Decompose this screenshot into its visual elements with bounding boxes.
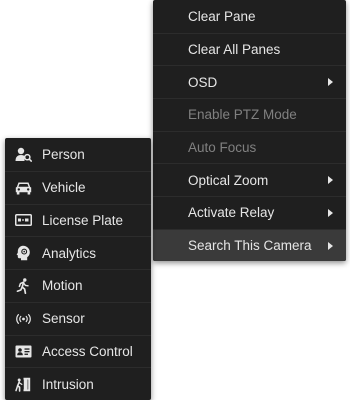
submenu-item-label: Intrusion: [42, 376, 94, 392]
submenu-item-label: Sensor: [42, 311, 85, 327]
submenu-arrow-icon: [328, 241, 333, 250]
submenu-item-label: Analytics: [42, 245, 97, 261]
menu-item-optical-zoom[interactable]: Optical Zoom: [153, 163, 346, 196]
submenu-item-analytics[interactable]: Analytics: [5, 236, 151, 269]
submenu-item-intrusion[interactable]: Intrusion: [5, 367, 151, 400]
submenu-item-license-plate[interactable]: License Plate: [5, 203, 151, 237]
menu-item-enable-ptz-mode: Enable PTZ Mode: [153, 98, 346, 131]
submenu-arrow-icon: [328, 208, 333, 217]
submenu-item-person[interactable]: Person: [5, 138, 151, 171]
door-enter-icon: [14, 376, 32, 392]
submenu-arrow-icon: [328, 176, 333, 185]
submenu-item-label: Access Control: [42, 343, 133, 359]
menu-item-label: OSD: [188, 74, 218, 90]
menu-item-osd[interactable]: OSD: [153, 65, 346, 98]
submenu-item-label: Person: [42, 146, 85, 162]
analytics-head-icon: [14, 245, 32, 261]
person-search-icon: [14, 146, 32, 162]
submenu-item-access-control[interactable]: Access Control: [5, 334, 151, 368]
id-card-icon: [14, 343, 32, 359]
menu-item-label: Clear Pane: [188, 8, 256, 24]
submenu-arrow-icon: [328, 78, 333, 87]
submenu-item-label: Vehicle: [42, 180, 86, 196]
submenu-item-label: License Plate: [42, 212, 124, 228]
menu-item-clear-pane[interactable]: Clear Pane: [153, 0, 346, 33]
running-person-icon: [14, 278, 32, 294]
menu-item-activate-relay[interactable]: Activate Relay: [153, 196, 346, 229]
context-menu-stage: Clear Pane Clear All Panes OSD Enable PT…: [0, 0, 350, 400]
submenu-item-motion[interactable]: Motion: [5, 269, 151, 302]
car-icon: [14, 180, 32, 196]
menu-item-label: Search This Camera: [188, 238, 312, 254]
menu-item-label: Optical Zoom: [188, 172, 269, 188]
submenu-item-label: Motion: [42, 278, 83, 294]
menu-item-label: Auto Focus: [188, 140, 257, 156]
menu-item-clear-all-panes[interactable]: Clear All Panes: [153, 32, 346, 66]
menu-item-label: Clear All Panes: [188, 42, 281, 58]
sensor-signal-icon: [14, 311, 32, 327]
menu-item-auto-focus: Auto Focus: [153, 130, 346, 164]
menu-item-search-this-camera[interactable]: Search This Camera: [153, 228, 346, 261]
menu-item-label: Enable PTZ Mode: [188, 107, 297, 123]
search-submenu: Person Vehicle License Plate Analytics M…: [5, 138, 151, 400]
menu-item-label: Activate Relay: [188, 205, 275, 221]
submenu-item-sensor[interactable]: Sensor: [5, 301, 151, 335]
license-plate-icon: [14, 212, 32, 228]
camera-context-menu: Clear Pane Clear All Panes OSD Enable PT…: [153, 0, 346, 261]
submenu-item-vehicle[interactable]: Vehicle: [5, 170, 151, 204]
